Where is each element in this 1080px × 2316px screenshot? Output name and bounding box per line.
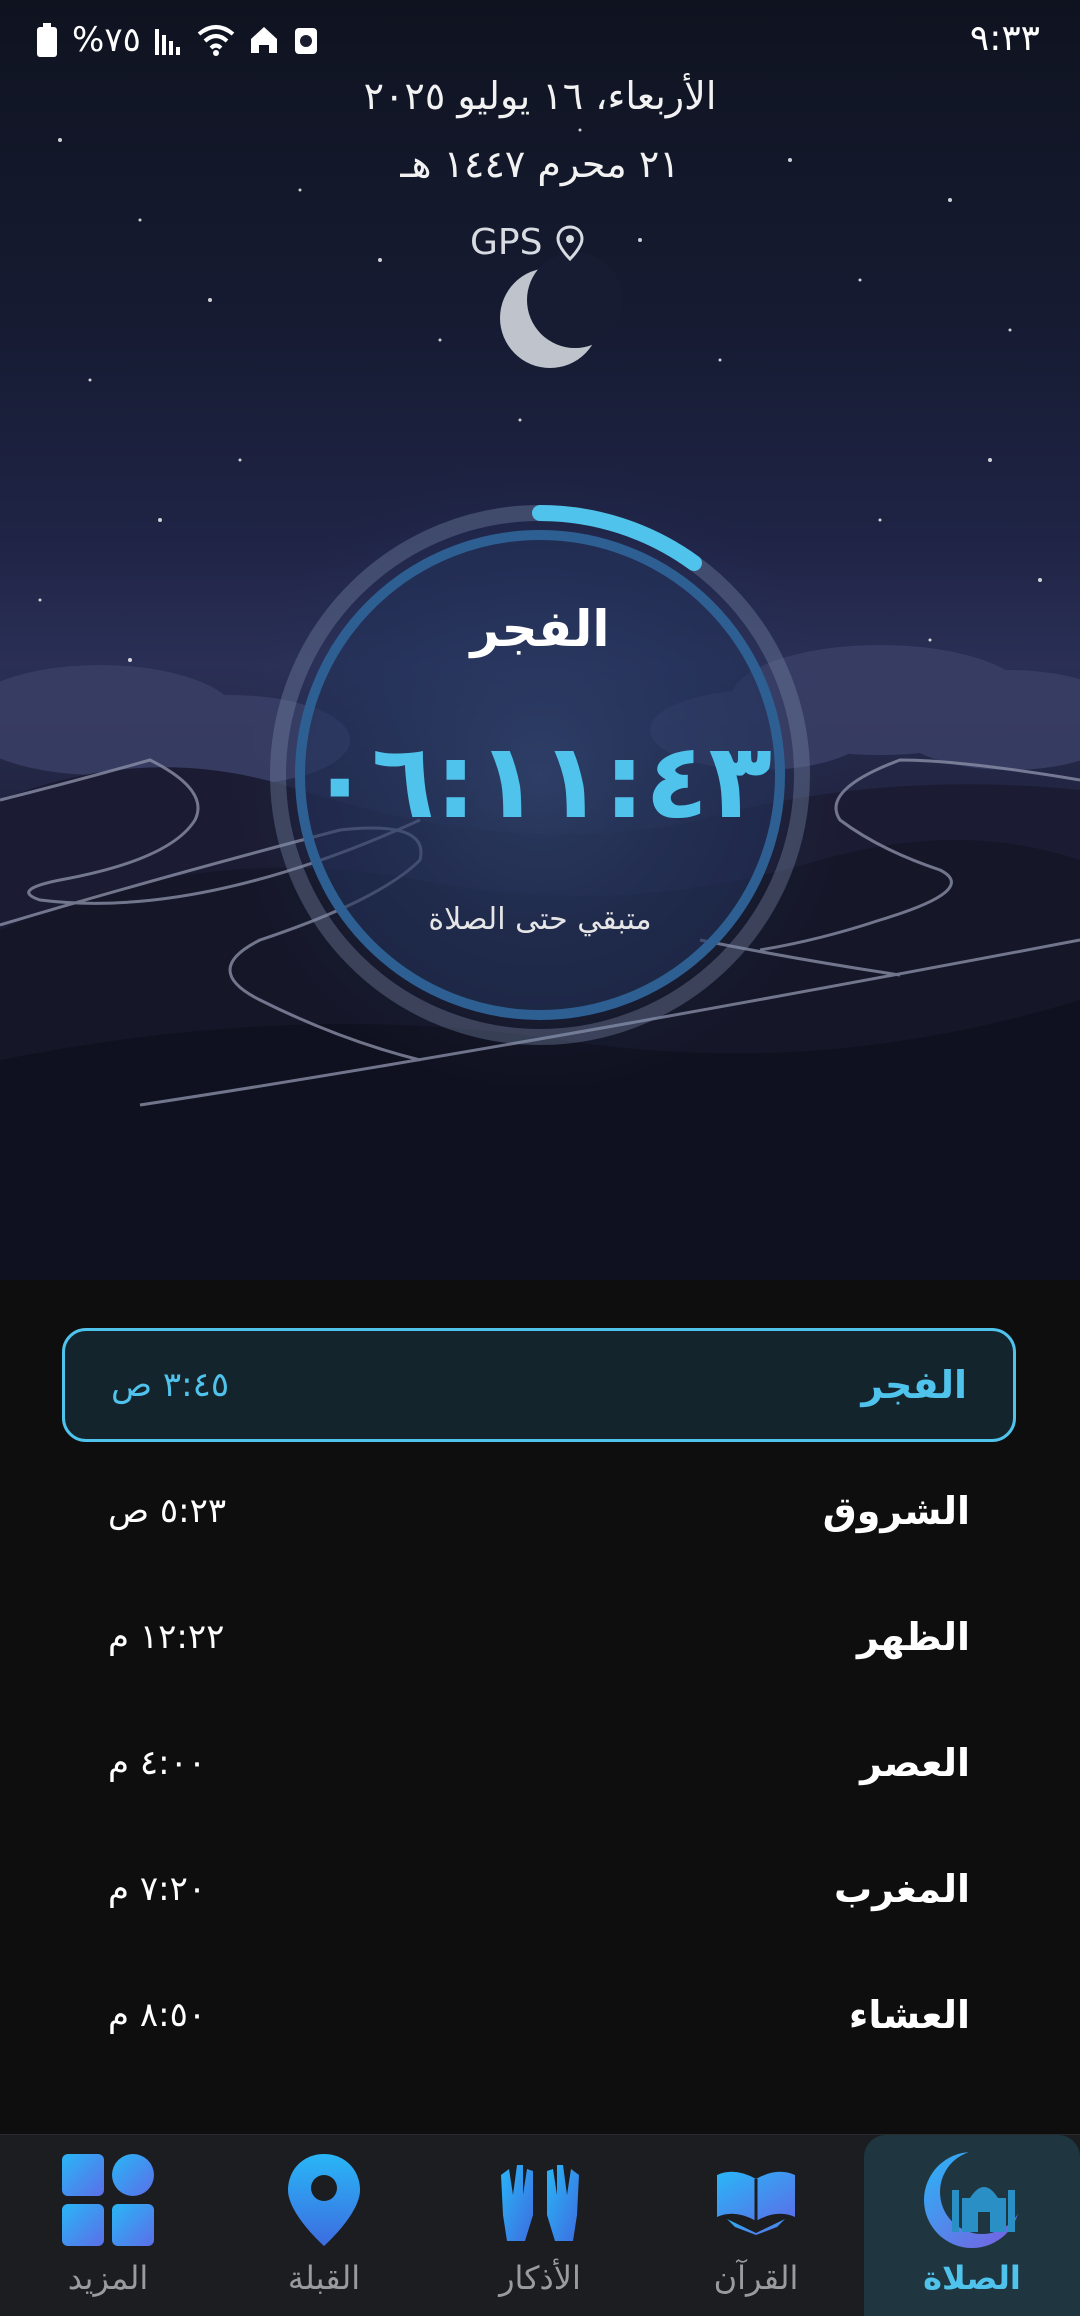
prayer-time: ٥:٢٣ ص	[108, 1491, 227, 1531]
nav-label: القرآن	[713, 2259, 799, 2297]
status-icons: %٧٥	[36, 20, 319, 60]
countdown-ring: الفجر ٠٦:١١:٤٣ متبقي حتى الصلاة	[265, 500, 815, 1050]
prayer-row-sunrise[interactable]: ٥:٢٣ ص الشروق	[62, 1448, 1016, 1574]
nav-item-more[interactable]: المزيد	[0, 2135, 216, 2316]
nav-label: القبلة	[287, 2259, 361, 2297]
prayer-time: ١٢:٢٢ م	[108, 1617, 225, 1657]
prayer-time: ٤:٠٠ م	[108, 1743, 207, 1783]
prayer-time: ٣:٤٥ ص	[111, 1365, 230, 1405]
prayer-name: العشاء	[848, 1993, 970, 2037]
battery-icon	[37, 23, 57, 57]
signal-icon	[154, 29, 180, 55]
prayer-name: العصر	[860, 1741, 970, 1785]
prayer-time: ٨:٥٠ م	[108, 1995, 207, 2035]
countdown-caption: متبقي حتى الصلاة	[428, 902, 652, 937]
nav-item-adhkar[interactable]: الأذكار	[432, 2135, 648, 2316]
prayer-times-list: ٣:٤٥ ص الفجر ٥:٢٣ ص الشروق ١٢:٢٢ م الظهر…	[62, 1328, 1016, 2078]
prayer-name: الشروق	[822, 1489, 970, 1533]
next-prayer-name: الفجر	[470, 600, 610, 658]
prayer-name: المغرب	[833, 1867, 970, 1911]
status-time: ٩:٣٣	[969, 18, 1040, 59]
location-label: GPS	[470, 222, 543, 263]
countdown-timer: ٠٦:١١:٤٣	[307, 720, 773, 842]
nav-label: المزيد	[67, 2259, 149, 2297]
prayer-row-asr[interactable]: ٤:٠٠ م العصر	[62, 1700, 1016, 1826]
nav-label: الصلاة	[923, 2259, 1021, 2297]
nav-item-prayer[interactable]: الصلاة	[864, 2135, 1080, 2316]
prayer-time: ٧:٢٠ م	[108, 1869, 207, 1909]
location-source[interactable]: GPS	[470, 222, 584, 263]
prayer-name: الظهر	[856, 1615, 970, 1659]
quran-book-icon	[717, 2171, 795, 2235]
wifi-icon	[197, 25, 235, 56]
gregorian-date: الأربعاء، ١٦ يوليو ٢٠٢٥	[363, 74, 717, 118]
prayer-name: الفجر	[861, 1363, 967, 1407]
prayer-row-isha[interactable]: ٨:٥٠ م العشاء	[62, 1952, 1016, 2078]
nav-label: الأذكار	[499, 2259, 581, 2297]
location-pin-icon	[288, 2154, 360, 2246]
prayer-row-fajr[interactable]: ٣:٤٥ ص الفجر	[62, 1328, 1016, 1442]
battery-percentage: %٧٥	[72, 20, 141, 60]
home-icon	[250, 27, 277, 53]
hero-header: %٧٥ ٩:٣٣ الأربعاء، ١٦ يوليو ٢٠٢٥ ٢١ محرم…	[0, 0, 1080, 1280]
grid-icon	[62, 2154, 154, 2246]
bottom-navigation: المزيد القبلة الأذكار القرآن الصلاة	[0, 2134, 1080, 2316]
nav-item-qibla[interactable]: القبلة	[216, 2135, 432, 2316]
mosque-crescent-icon	[924, 2150, 1022, 2248]
nav-item-quran[interactable]: القرآن	[648, 2135, 864, 2316]
prayer-row-dhuhr[interactable]: ١٢:٢٢ م الظهر	[62, 1574, 1016, 1700]
status-bar: %٧٥ ٩:٣٣	[0, 0, 1080, 84]
hijri-date: ٢١ محرم ١٤٤٧ هـ	[400, 142, 680, 186]
prayer-row-maghrib[interactable]: ٧:٢٠ م المغرب	[62, 1826, 1016, 1952]
notification-app-icon	[294, 28, 317, 54]
praying-hands-icon	[501, 2165, 579, 2241]
location-pin-icon	[556, 224, 584, 261]
